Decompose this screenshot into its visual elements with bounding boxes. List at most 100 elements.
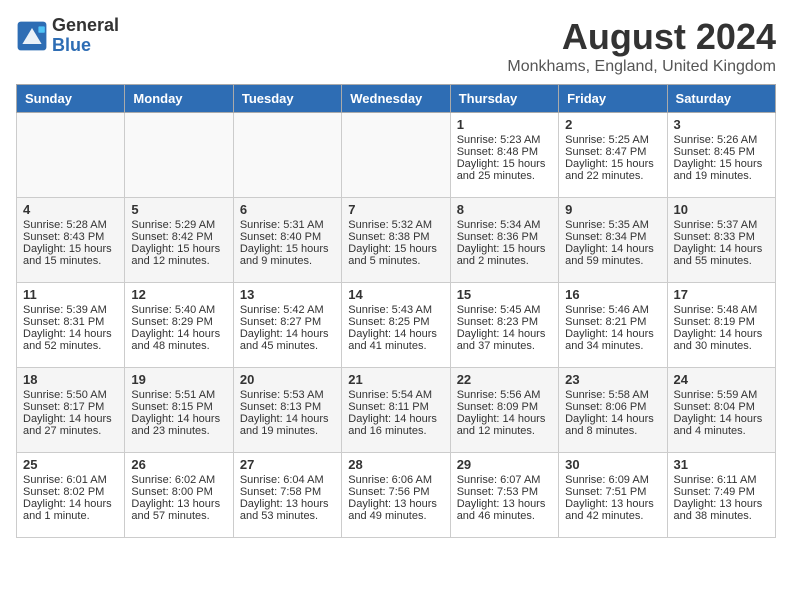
location: Monkhams, England, United Kingdom [507, 58, 776, 76]
week-row-5: 25Sunrise: 6:01 AMSunset: 8:02 PMDayligh… [17, 453, 776, 538]
daylight-text: Daylight: 14 hours and 23 minutes. [131, 413, 220, 437]
sunrise-text: Sunrise: 5:59 AM [674, 389, 758, 401]
sunrise-text: Sunrise: 5:37 AM [674, 219, 758, 231]
sunset-text: Sunset: 8:31 PM [23, 316, 104, 328]
weekday-header-row: SundayMondayTuesdayWednesdayThursdayFrid… [17, 85, 776, 113]
day-number: 7 [348, 202, 443, 217]
sunset-text: Sunset: 8:43 PM [23, 231, 104, 243]
day-number: 10 [674, 202, 769, 217]
sunset-text: Sunset: 8:23 PM [457, 316, 538, 328]
week-row-3: 11Sunrise: 5:39 AMSunset: 8:31 PMDayligh… [17, 283, 776, 368]
daylight-text: Daylight: 14 hours and 8 minutes. [565, 413, 654, 437]
day-number: 18 [23, 372, 118, 387]
day-number: 20 [240, 372, 335, 387]
day-number: 2 [565, 117, 660, 132]
daylight-text: Daylight: 15 hours and 5 minutes. [348, 243, 437, 267]
sunset-text: Sunset: 8:29 PM [131, 316, 212, 328]
sunrise-text: Sunrise: 5:48 AM [674, 304, 758, 316]
day-number: 13 [240, 287, 335, 302]
calendar-cell: 14Sunrise: 5:43 AMSunset: 8:25 PMDayligh… [342, 283, 450, 368]
daylight-text: Daylight: 14 hours and 37 minutes. [457, 328, 546, 352]
sunrise-text: Sunrise: 6:11 AM [674, 474, 757, 486]
sunset-text: Sunset: 8:06 PM [565, 401, 646, 413]
calendar-cell: 24Sunrise: 5:59 AMSunset: 8:04 PMDayligh… [667, 368, 775, 453]
sunset-text: Sunset: 8:19 PM [674, 316, 755, 328]
sunrise-text: Sunrise: 5:51 AM [131, 389, 215, 401]
daylight-text: Daylight: 14 hours and 30 minutes. [674, 328, 763, 352]
sunset-text: Sunset: 7:49 PM [674, 486, 755, 498]
day-number: 30 [565, 457, 660, 472]
sunrise-text: Sunrise: 5:40 AM [131, 304, 215, 316]
calendar-cell: 7 Sunrise: 5:32 AMSunset: 8:38 PMDaylight… [342, 198, 450, 283]
sunrise-text: Sunrise: 5:43 AM [348, 304, 432, 316]
sunset-text: Sunset: 8:48 PM [457, 146, 538, 158]
sunrise-text: Sunrise: 5:34 AM [457, 219, 541, 231]
daylight-text: Daylight: 13 hours and 49 minutes. [348, 498, 437, 522]
sunrise-text: Sunrise: 6:07 AM [457, 474, 541, 486]
sunset-text: Sunset: 8:02 PM [23, 486, 104, 498]
day-number: 14 [348, 287, 443, 302]
calendar-cell: 9Sunrise: 5:35 AMSunset: 8:34 PMDaylight… [559, 198, 667, 283]
day-number: 16 [565, 287, 660, 302]
sunrise-text: Sunrise: 6:09 AM [565, 474, 649, 486]
sunset-text: Sunset: 7:58 PM [240, 486, 321, 498]
sunset-text: Sunset: 8:21 PM [565, 316, 646, 328]
calendar-cell: 29Sunrise: 6:07 AMSunset: 7:53 PMDayligh… [450, 453, 558, 538]
sunset-text: Sunset: 8:42 PM [131, 231, 212, 243]
calendar-cell: 11Sunrise: 5:39 AMSunset: 8:31 PMDayligh… [17, 283, 125, 368]
calendar-cell: 25 Sunrise: 6:01 AMSunset: 8:02 PMDayligh… [17, 453, 125, 538]
calendar-cell: 2Sunrise: 5:25 AMSunset: 8:47 PMDaylight… [559, 113, 667, 198]
sunrise-text: Sunrise: 5:42 AM [240, 304, 324, 316]
weekday-header-saturday: Saturday [667, 85, 775, 113]
day-number: 29 [457, 457, 552, 472]
sunset-text: Sunset: 8:27 PM [240, 316, 321, 328]
daylight-text: Daylight: 15 hours and 15 minutes. [23, 243, 112, 267]
daylight-text: Daylight: 14 hours and 1 minute. [23, 498, 112, 522]
sunrise-text: Sunrise: 5:46 AM [565, 304, 649, 316]
sunrise-text: Sunrise: 5:58 AM [565, 389, 649, 401]
sunrise-text: Sunrise: 5:56 AM [457, 389, 541, 401]
sunrise-text: Sunrise: 5:54 AM [348, 389, 432, 401]
sunrise-text: Sunrise: 6:01 AM [23, 474, 107, 486]
sunset-text: Sunset: 8:15 PM [131, 401, 212, 413]
daylight-text: Daylight: 13 hours and 38 minutes. [674, 498, 763, 522]
sunset-text: Sunset: 8:09 PM [457, 401, 538, 413]
daylight-text: Daylight: 14 hours and 19 minutes. [240, 413, 329, 437]
day-number: 15 [457, 287, 552, 302]
sunrise-text: Sunrise: 5:28 AM [23, 219, 107, 231]
calendar-cell: 13Sunrise: 5:42 AMSunset: 8:27 PMDayligh… [233, 283, 341, 368]
calendar-cell: 21Sunrise: 5:54 AMSunset: 8:11 PMDayligh… [342, 368, 450, 453]
sunrise-text: Sunrise: 5:32 AM [348, 219, 432, 231]
day-number: 25 [23, 457, 118, 472]
calendar-cell: 20 Sunrise: 5:53 AMSunset: 8:13 PMDayligh… [233, 368, 341, 453]
day-number: 5 [131, 202, 226, 217]
daylight-text: Daylight: 14 hours and 55 minutes. [674, 243, 763, 267]
logo-text: General Blue [52, 16, 119, 56]
daylight-text: Daylight: 14 hours and 4 minutes. [674, 413, 763, 437]
calendar-table: SundayMondayTuesdayWednesdayThursdayFrid… [16, 84, 776, 538]
calendar-cell: 17Sunrise: 5:48 AMSunset: 8:19 PMDayligh… [667, 283, 775, 368]
sunset-text: Sunset: 8:38 PM [348, 231, 429, 243]
logo-general: General [52, 16, 119, 36]
calendar-cell [125, 113, 233, 198]
day-number: 26 [131, 457, 226, 472]
day-number: 1 [457, 117, 552, 132]
sunrise-text: Sunrise: 5:53 AM [240, 389, 324, 401]
day-number: 9 [565, 202, 660, 217]
sunrise-text: Sunrise: 5:23 AM [457, 134, 541, 146]
sunrise-text: Sunrise: 5:45 AM [457, 304, 541, 316]
sunset-text: Sunset: 7:56 PM [348, 486, 429, 498]
sunset-text: Sunset: 8:17 PM [23, 401, 104, 413]
sunset-text: Sunset: 8:13 PM [240, 401, 321, 413]
calendar-cell: 15 Sunrise: 5:45 AMSunset: 8:23 PMDayligh… [450, 283, 558, 368]
day-number: 27 [240, 457, 335, 472]
calendar-cell: 3Sunrise: 5:26 AMSunset: 8:45 PMDaylight… [667, 113, 775, 198]
calendar-cell: 1Sunrise: 5:23 AMSunset: 8:48 PMDaylight… [450, 113, 558, 198]
daylight-text: Daylight: 15 hours and 19 minutes. [674, 158, 763, 182]
calendar-cell: 16Sunrise: 5:46 AMSunset: 8:21 PMDayligh… [559, 283, 667, 368]
calendar-cell: 8Sunrise: 5:34 AMSunset: 8:36 PMDaylight… [450, 198, 558, 283]
calendar-cell: 12Sunrise: 5:40 AMSunset: 8:29 PMDayligh… [125, 283, 233, 368]
daylight-text: Daylight: 15 hours and 9 minutes. [240, 243, 329, 267]
daylight-text: Daylight: 15 hours and 12 minutes. [131, 243, 220, 267]
sunrise-text: Sunrise: 5:50 AM [23, 389, 107, 401]
